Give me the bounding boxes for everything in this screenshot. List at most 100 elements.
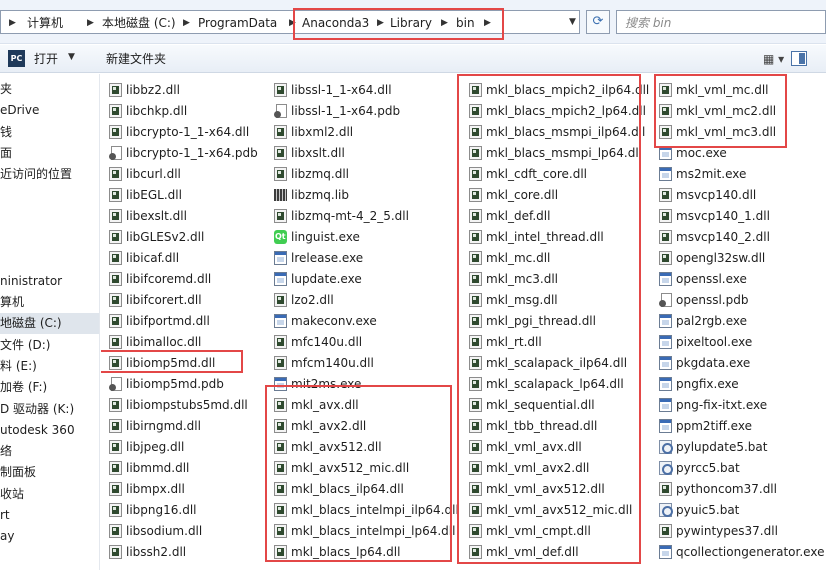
file-name: libssl-1_1-x64.dll	[291, 83, 392, 97]
nav-item[interactable]: 夹	[0, 79, 99, 100]
dll-file-icon	[274, 125, 287, 139]
navigation-pane: 夹 eDrive 钱面近访问的位置 ninistrator 算机 地磁盘 (C:) 文件 (…	[0, 74, 100, 570]
pdb-file-icon	[109, 146, 122, 160]
dll-file-icon	[109, 293, 122, 307]
dll-file-icon	[109, 209, 122, 223]
file-name: libcrypto-1_1-x64.pdb	[126, 146, 258, 160]
file-name: libiomp5md.pdb	[126, 377, 224, 391]
nav-item[interactable]: ay	[0, 526, 99, 547]
new-folder-button[interactable]: 新建文件夹	[106, 51, 166, 67]
nav-back-chevron-icon[interactable]: ▶	[9, 15, 16, 31]
exe-file-icon	[659, 314, 672, 328]
dll-file-icon	[109, 314, 122, 328]
dll-file-icon	[109, 125, 122, 139]
breadcrumb-drive-c[interactable]: 本地磁盘 (C:)	[102, 15, 176, 31]
nav-item[interactable]	[0, 249, 99, 270]
nav-item[interactable]: 加卷 (F:)	[0, 377, 99, 398]
file-name: libchkp.dll	[126, 104, 188, 118]
dll-file-icon	[659, 188, 672, 202]
dll-file-icon	[274, 293, 287, 307]
dll-file-icon	[274, 335, 287, 349]
dll-file-icon	[659, 482, 672, 496]
bat-file-icon	[659, 461, 673, 475]
file-name: makeconv.exe	[291, 314, 377, 328]
exe-file-icon	[274, 272, 287, 286]
nav-item[interactable]: 钱	[0, 122, 99, 143]
exe-file-icon	[274, 251, 287, 265]
annotation-box-mkl-avx-group	[265, 385, 452, 562]
nav-item[interactable]: 制面板	[0, 462, 99, 483]
preview-pane-icon[interactable]	[791, 51, 807, 66]
file-name: png-fix-itxt.exe	[676, 398, 768, 412]
nav-item[interactable]: 络	[0, 441, 99, 462]
annotation-box-path	[293, 8, 504, 40]
file-name: libGLESv2.dll	[126, 230, 205, 244]
breadcrumb-computer[interactable]: 计算机	[27, 15, 63, 31]
dll-file-icon	[274, 146, 287, 160]
nav-item[interactable]: D 驱动器 (K:)	[0, 399, 99, 420]
file-name: libifportmd.dll	[126, 314, 210, 328]
dll-file-icon	[659, 209, 672, 223]
file-name: lupdate.exe	[291, 272, 362, 286]
file-name: libEGL.dll	[126, 188, 182, 202]
change-view-icon[interactable]: ▦ ▾	[763, 52, 784, 66]
file-name: libmpx.dll	[126, 482, 185, 496]
nav-item[interactable]	[0, 207, 99, 228]
file-name: msvcp140.dll	[676, 188, 757, 202]
dll-file-icon	[109, 398, 122, 412]
file-name: libicaf.dll	[126, 251, 180, 265]
nav-item[interactable]: rt	[0, 505, 99, 526]
nav-item[interactable]: 料 (E:)	[0, 356, 99, 377]
dll-file-icon	[109, 335, 122, 349]
dll-file-icon	[274, 209, 287, 223]
file-name: ms2mit.exe	[676, 167, 747, 181]
annotation-box-mkl-blacs-vml-group	[457, 74, 641, 564]
file-name: libcrypto-1_1-x64.dll	[126, 125, 250, 139]
dll-file-icon	[109, 83, 122, 97]
file-name: lzo2.dll	[291, 293, 334, 307]
search-input[interactable]: 搜索 bin	[616, 10, 826, 34]
nav-item[interactable]: 收站	[0, 484, 99, 505]
file-name: libifcorert.dll	[126, 293, 202, 307]
nav-item[interactable]: 文件 (D:)	[0, 335, 99, 356]
nav-item[interactable]: 面	[0, 143, 99, 164]
nav-item[interactable]	[0, 228, 99, 249]
open-dropdown-chevron-down-icon[interactable]: ▼	[68, 52, 75, 62]
annotation-box-libiomp5md	[101, 350, 243, 373]
file-name: openssl.pdb	[676, 293, 749, 307]
dll-file-icon	[109, 461, 122, 475]
file-name: ppm2tiff.exe	[676, 419, 752, 433]
breadcrumb-separator-icon[interactable]: ▶	[87, 15, 94, 31]
nav-item[interactable]: 近访问的位置	[0, 164, 99, 185]
nav-item[interactable]	[0, 186, 99, 207]
file-name: libzmq.lib	[291, 188, 349, 202]
dll-file-icon	[109, 503, 122, 517]
nav-item[interactable]: ninistrator	[0, 271, 99, 292]
dll-file-icon	[659, 230, 672, 244]
open-button[interactable]: 打开	[34, 51, 58, 67]
file-name: libbz2.dll	[126, 83, 180, 97]
breadcrumb-separator-icon[interactable]: ▶	[183, 15, 190, 31]
dll-file-icon	[659, 524, 672, 538]
refresh-icon[interactable]: ⟳	[586, 10, 610, 34]
file-name: mfc140u.dll	[291, 335, 363, 349]
dll-file-icon	[274, 83, 287, 97]
breadcrumb-programdata[interactable]: ProgramData	[198, 15, 277, 31]
nav-item[interactable]: eDrive	[0, 100, 99, 121]
nav-item[interactable]: utodesk 360	[0, 420, 99, 441]
dll-file-icon	[109, 167, 122, 181]
dll-file-icon	[109, 251, 122, 265]
dll-file-icon	[109, 419, 122, 433]
address-history-chevron-down-icon[interactable]: ▼	[569, 17, 576, 27]
nav-item[interactable]: 地磁盘 (C:)	[0, 313, 99, 335]
pdb-file-icon	[659, 293, 672, 307]
file-name: libifcoremd.dll	[126, 272, 212, 286]
file-name: pyuic5.bat	[676, 503, 740, 517]
file-name: libzmq-mt-4_2_5.dll	[291, 209, 409, 223]
dll-file-icon	[659, 251, 672, 265]
nav-item[interactable]: 算机	[0, 292, 99, 313]
file-name: pyrcc5.bat	[676, 461, 740, 475]
dll-file-icon	[109, 482, 122, 496]
dll-file-icon	[109, 272, 122, 286]
file-name: libsodium.dll	[126, 524, 203, 538]
